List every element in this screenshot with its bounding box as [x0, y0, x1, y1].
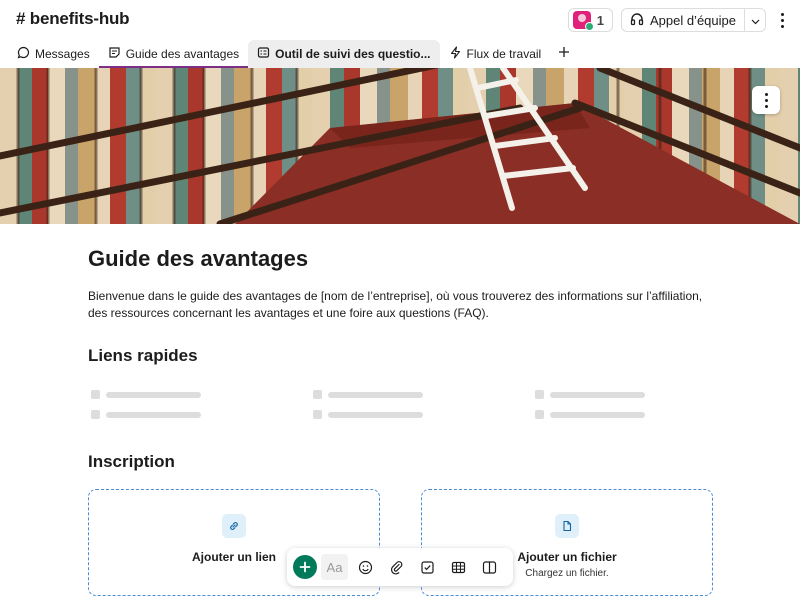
banner-options-icon[interactable] — [752, 86, 780, 114]
channel-title[interactable]: # benefits-hub — [16, 9, 130, 29]
add-tab-button[interactable] — [550, 40, 578, 68]
tab-flux-de-travail[interactable]: Flux de travail — [440, 40, 551, 68]
add-icon[interactable] — [293, 555, 317, 579]
attachment-icon[interactable] — [383, 554, 410, 580]
canvas-toolbar: Aa — [287, 548, 513, 586]
more-options-icon[interactable] — [774, 8, 790, 32]
huddle-button[interactable]: Appel d’équipe — [620, 8, 766, 32]
text-format-label: Aa — [326, 559, 343, 575]
tab-label: Messages — [35, 47, 90, 61]
huddle-start[interactable]: Appel d’équipe — [622, 9, 745, 31]
text-format-icon[interactable]: Aa — [321, 554, 348, 580]
skeleton-row — [91, 390, 201, 399]
page-title[interactable]: Guide des avantages — [88, 246, 308, 272]
channel-header: # benefits-hub 1 Appel d’équipe — [0, 0, 800, 40]
link-icon — [222, 514, 246, 538]
signup-heading[interactable]: Inscription — [88, 452, 175, 472]
tab-messages[interactable]: Messages — [8, 40, 99, 68]
headphones-icon — [630, 12, 644, 29]
quick-links-loading-placeholder — [91, 390, 716, 420]
plus-icon — [558, 45, 570, 63]
members-button[interactable]: 1 — [567, 8, 613, 32]
chevron-down-icon — [751, 13, 760, 28]
skeleton-row — [313, 410, 423, 419]
canvas-banner-image — [0, 68, 800, 224]
tab-label: Guide des avantages — [125, 47, 240, 61]
table-icon[interactable] — [445, 554, 472, 580]
lightning-icon — [449, 46, 462, 62]
avatar — [572, 11, 594, 31]
message-bubble-icon — [17, 46, 30, 62]
channel-tabs: Messages Guide des avantages Outil de su… — [8, 40, 578, 68]
huddle-label: Appel d’équipe — [649, 12, 736, 28]
skeleton-row — [91, 410, 201, 419]
tab-label: Outil de suivi des questio... — [275, 47, 431, 61]
list-tracker-icon — [257, 46, 270, 62]
skeleton-row — [535, 390, 645, 399]
emoji-icon[interactable] — [352, 554, 379, 580]
tab-outil-de-suivi[interactable]: Outil de suivi des questio... — [248, 40, 440, 68]
tab-label: Flux de travail — [466, 47, 542, 61]
canvas-doc-icon — [108, 46, 121, 62]
file-icon — [555, 514, 579, 538]
quick-links-heading[interactable]: Liens rapides — [88, 346, 198, 366]
checklist-icon[interactable] — [414, 554, 441, 580]
skeleton-row — [313, 390, 423, 399]
skeleton-row — [535, 410, 645, 419]
member-count: 1 — [596, 12, 604, 28]
columns-icon[interactable] — [476, 554, 503, 580]
huddle-options[interactable] — [745, 9, 765, 31]
intro-paragraph[interactable]: Bienvenue dans le guide des avantages de… — [88, 288, 713, 322]
tab-guide-des-avantages[interactable]: Guide des avantages — [98, 40, 249, 68]
